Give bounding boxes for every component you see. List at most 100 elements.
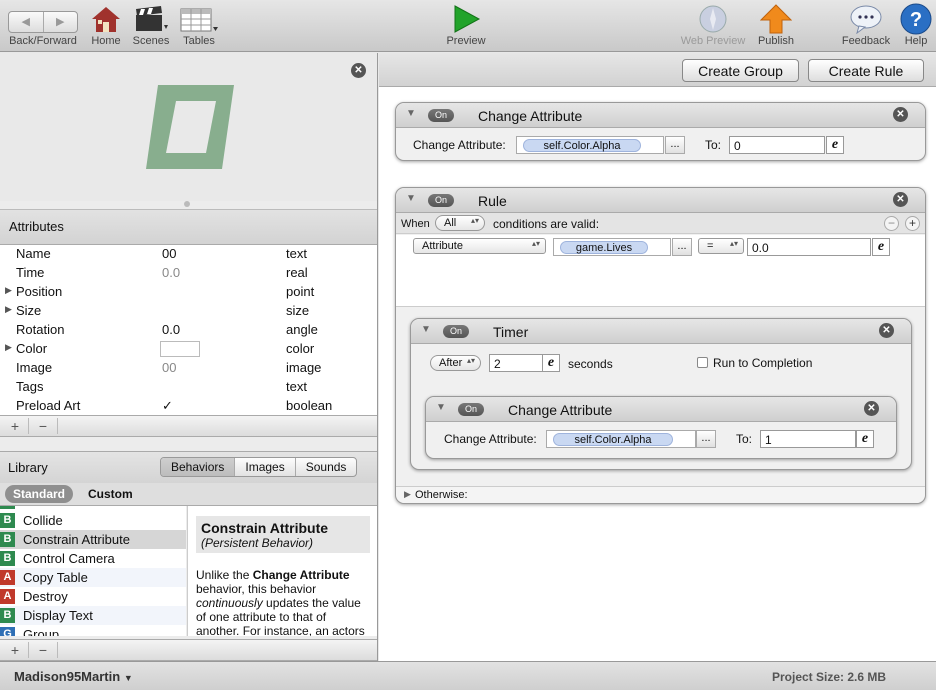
splitter-handle[interactable] bbox=[184, 201, 190, 207]
on-toggle[interactable]: On bbox=[443, 325, 469, 338]
block-header[interactable]: ▼ On Change Attribute ✕ bbox=[426, 397, 896, 422]
close-block-icon[interactable]: ✕ bbox=[879, 323, 894, 338]
behavior-description: Constrain Attribute (Persistent Behavior… bbox=[187, 506, 377, 636]
attribute-selector[interactable]: self.Color.Alpha bbox=[516, 136, 664, 154]
to-value-field[interactable]: 0 bbox=[729, 136, 825, 154]
list-item[interactable]: A Copy Table bbox=[0, 568, 186, 587]
on-toggle[interactable]: On bbox=[458, 403, 484, 416]
tables-button[interactable]: Tables bbox=[178, 3, 220, 47]
web-preview-button[interactable]: Web Preview bbox=[676, 3, 750, 47]
tab-behaviors[interactable]: Behaviors bbox=[161, 458, 235, 476]
timer-value-field[interactable]: 2 bbox=[489, 354, 543, 372]
timer-mode-dropdown[interactable]: After ▴▾ bbox=[430, 355, 481, 371]
forward-arrow-icon[interactable]: ▶ bbox=[42, 11, 78, 32]
attr-row-image[interactable]: Image 00 image bbox=[0, 359, 377, 378]
tab-images[interactable]: Images bbox=[234, 458, 294, 476]
browse-attribute-button[interactable]: ... bbox=[665, 136, 685, 154]
remove-library-button[interactable]: − bbox=[28, 642, 58, 658]
browse-attribute-button[interactable]: ... bbox=[672, 238, 692, 256]
expression-editor-icon[interactable]: e bbox=[542, 354, 560, 372]
user-menu[interactable]: Madison95Martin ▼ bbox=[14, 669, 133, 684]
attr-row-color[interactable]: ▶ Color color bbox=[0, 340, 377, 359]
operator-dropdown[interactable]: = ▴▾ bbox=[698, 238, 744, 254]
all-any-dropdown[interactable]: All ▴▾ bbox=[435, 215, 485, 231]
change-attribute-block[interactable]: ▼ On Change Attribute ✕ Change Attribute… bbox=[395, 102, 926, 161]
disclosure-triangle-icon[interactable]: ▶ bbox=[5, 342, 12, 353]
action-badge-icon: A bbox=[0, 570, 15, 585]
attr-row-position[interactable]: ▶ Position point bbox=[0, 283, 377, 302]
list-item[interactable]: A Destroy bbox=[0, 587, 186, 606]
add-attribute-button[interactable]: + bbox=[0, 418, 30, 434]
expression-editor-icon[interactable]: e bbox=[872, 238, 890, 256]
preload-checkbox[interactable]: ✓ bbox=[162, 398, 173, 414]
on-toggle[interactable]: On bbox=[428, 109, 454, 122]
rule-block[interactable]: ▼ On Rule ✕ When All ▴▾ conditions are va… bbox=[395, 187, 926, 504]
home-button[interactable]: Home bbox=[88, 3, 124, 47]
attr-name: Color bbox=[16, 341, 48, 356]
attr-row-time[interactable]: Time 0.0 real bbox=[0, 264, 377, 283]
expression-editor-icon[interactable]: e bbox=[826, 136, 844, 154]
list-item-selected[interactable]: B Constrain Attribute bbox=[0, 530, 186, 549]
run-to-completion-checkbox[interactable] bbox=[697, 357, 708, 368]
block-header[interactable]: ▼ On Change Attribute ✕ bbox=[396, 103, 925, 128]
attr-row-name[interactable]: Name 00 text bbox=[0, 245, 377, 264]
publish-button[interactable]: Publish bbox=[752, 3, 800, 47]
add-library-button[interactable]: + bbox=[0, 642, 30, 658]
change-attribute-block[interactable]: ▼ On Change Attribute ✕ Change Attribute… bbox=[425, 396, 897, 459]
browse-attribute-button[interactable]: ... bbox=[696, 430, 716, 448]
list-item[interactable]: B Collide bbox=[0, 511, 186, 530]
preview-button[interactable]: Preview bbox=[440, 3, 492, 47]
disclosure-triangle-icon[interactable]: ▶ bbox=[404, 489, 411, 500]
list-item[interactable]: B Control Camera bbox=[0, 549, 186, 568]
custom-filter[interactable]: Custom bbox=[88, 487, 133, 501]
disclosure-triangle-icon[interactable]: ▶ bbox=[5, 285, 12, 296]
attr-value[interactable]: 0.0 bbox=[162, 322, 180, 337]
help-button[interactable]: ? Help bbox=[898, 3, 934, 47]
attr-value[interactable]: 00 bbox=[162, 360, 176, 375]
create-group-button[interactable]: Create Group bbox=[682, 59, 799, 82]
to-value-field[interactable]: 1 bbox=[760, 430, 856, 448]
collapse-triangle-icon[interactable]: ▼ bbox=[406, 193, 416, 204]
list-item[interactable]: B Display Text bbox=[0, 606, 186, 625]
attr-type: point bbox=[286, 284, 315, 299]
collapse-triangle-icon[interactable]: ▼ bbox=[421, 324, 431, 335]
standard-filter[interactable]: Standard bbox=[5, 485, 74, 503]
expression-editor-icon[interactable]: e bbox=[856, 430, 874, 448]
group-badge-icon: G bbox=[0, 627, 15, 636]
add-condition-icon[interactable]: + bbox=[905, 216, 920, 231]
condition-attribute-selector[interactable]: game.Lives bbox=[553, 238, 671, 256]
help-icon: ? bbox=[900, 3, 932, 35]
block-header[interactable]: ▼ On Rule ✕ bbox=[396, 188, 925, 213]
disclosure-triangle-icon[interactable]: ▶ bbox=[5, 304, 12, 315]
collapse-triangle-icon[interactable]: ▼ bbox=[436, 402, 446, 413]
back-arrow-icon[interactable]: ◀ bbox=[9, 12, 43, 32]
attr-row-rotation[interactable]: Rotation 0.0 angle bbox=[0, 321, 377, 340]
feedback-label: Feedback bbox=[841, 35, 891, 47]
timer-block[interactable]: ▼ On Timer ✕ After ▴▾ 2 e seconds Run to … bbox=[410, 318, 912, 470]
attr-value[interactable]: 00 bbox=[162, 246, 176, 261]
create-rule-button[interactable]: Create Rule bbox=[808, 59, 924, 82]
condition-type-dropdown[interactable]: Attribute ▴▾ bbox=[413, 238, 546, 254]
attribute-selector[interactable]: self.Color.Alpha bbox=[546, 430, 696, 448]
close-block-icon[interactable]: ✕ bbox=[893, 107, 908, 122]
attr-row-size[interactable]: ▶ Size size bbox=[0, 302, 377, 321]
description-title: Constrain Attribute bbox=[201, 520, 329, 536]
back-forward-button[interactable]: ◀ ▶ Back/Forward bbox=[5, 3, 81, 47]
tab-sounds[interactable]: Sounds bbox=[294, 458, 357, 476]
close-preview-icon[interactable]: ✕ bbox=[351, 63, 366, 78]
attr-row-preload-art[interactable]: Preload Art ✓ boolean bbox=[0, 397, 377, 416]
scenes-button[interactable]: Scenes bbox=[130, 3, 172, 47]
otherwise-section[interactable]: ▶ Otherwise: bbox=[396, 486, 925, 503]
color-swatch[interactable] bbox=[160, 341, 200, 357]
on-toggle[interactable]: On bbox=[428, 194, 454, 207]
close-block-icon[interactable]: ✕ bbox=[864, 401, 879, 416]
feedback-button[interactable]: Feedback bbox=[838, 3, 894, 47]
remove-attribute-button[interactable]: − bbox=[28, 418, 58, 434]
attr-row-tags[interactable]: Tags text bbox=[0, 378, 377, 397]
collapse-triangle-icon[interactable]: ▼ bbox=[406, 108, 416, 119]
close-block-icon[interactable]: ✕ bbox=[893, 192, 908, 207]
condition-value-field[interactable]: 0.0 bbox=[747, 238, 871, 256]
list-item[interactable]: G Group bbox=[0, 625, 186, 636]
block-header[interactable]: ▼ On Timer ✕ bbox=[411, 319, 911, 344]
remove-condition-icon[interactable]: − bbox=[884, 216, 899, 231]
